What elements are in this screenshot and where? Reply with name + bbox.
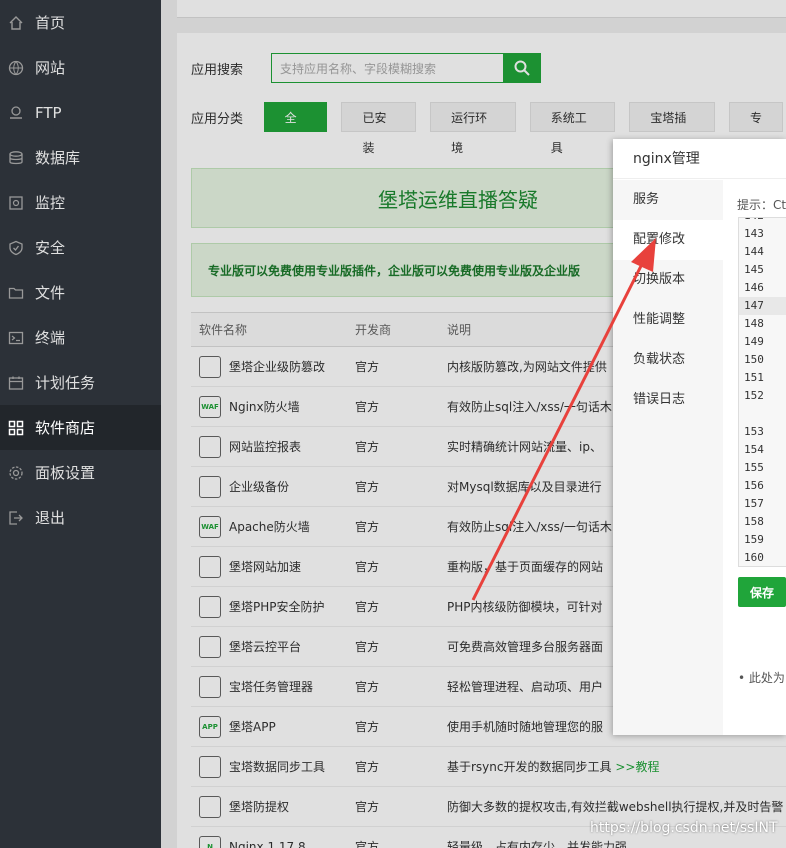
line-number: 145 [744,263,764,276]
sidebar-item-label: 首页 [35,14,66,32]
sidebar-item-1[interactable]: 网站 [0,45,161,90]
modal-menu-item-0[interactable]: 服务 [613,180,723,220]
watermark: https://blog.csdn.net/ssINT [590,820,778,836]
note-text: 此处为 [748,671,785,685]
sidebar-item-label: 安全 [35,239,66,257]
ftp-icon [8,105,24,121]
terminal-icon [8,330,24,346]
sidebar-item-9[interactable]: 软件商店 [0,405,161,450]
modal-title: nginx管理 [613,139,786,179]
line-number: 157 [744,497,764,510]
sidebar-item-label: FTP [35,103,62,122]
sidebar-item-label: 软件商店 [35,419,96,437]
line-number: 144 [744,245,764,258]
sidebar-item-7[interactable]: 终端 [0,315,161,360]
line-number: 146 [744,281,764,294]
sidebar-item-2[interactable]: FTP [0,90,161,135]
line-number: 149 [744,335,764,348]
shield-icon [8,240,24,256]
sidebar-item-6[interactable]: 文件 [0,270,161,315]
home-icon [8,15,24,31]
sidebar-item-label: 终端 [35,329,66,347]
save-button[interactable]: 保存 [738,577,786,607]
modal-body: 提示：Ct 1421431441451461471481491501511521… [723,180,786,735]
nginx-modal: nginx管理 服务配置修改切换版本性能调整负载状态错误日志 提示：Ct 142… [613,139,786,735]
sidebar-item-label: 数据库 [35,149,81,167]
globe-icon [8,60,24,76]
line-number: 152 [744,389,764,402]
gear-icon [8,465,24,481]
line-number: 159 [744,533,764,546]
sidebar-item-label: 计划任务 [35,374,96,392]
sidebar-item-11[interactable]: 退出 [0,495,161,540]
modal-menu-item-4[interactable]: 负载状态 [613,340,723,380]
sidebar-item-0[interactable]: 首页 [0,0,161,45]
modal-menu-item-5[interactable]: 错误日志 [613,380,723,420]
sidebar-item-label: 监控 [35,194,66,212]
line-number: 147 [739,297,786,315]
line-number: 151 [744,371,764,384]
modal-menu-item-3[interactable]: 性能调整 [613,300,723,340]
line-number: 158 [744,515,764,528]
modal-menu-item-2[interactable]: 切换版本 [613,260,723,300]
sidebar-item-5[interactable]: 安全 [0,225,161,270]
logout-icon [8,510,24,526]
sidebar-item-4[interactable]: 监控 [0,180,161,225]
sidebar-item-10[interactable]: 面板设置 [0,450,161,495]
sidebar: 首页网站 FTP 数据库监控安全文件终端计划任务软件商店面板设置退出 [0,0,161,848]
line-number: 150 [744,353,764,366]
line-number: 153 [744,425,764,438]
line-number: 156 [744,479,764,492]
line-number: 148 [744,317,764,330]
line-number: 160 [744,551,764,564]
sidebar-item-8[interactable]: 计划任务 [0,360,161,405]
monitor-icon [8,195,24,211]
sidebar-item-label: 退出 [35,509,66,527]
sidebar-item-label: 文件 [35,284,66,302]
grid-icon [8,420,24,436]
line-number [739,405,786,423]
modal-menu-item-1[interactable]: 配置修改 [613,220,723,260]
line-number: 143 [744,227,764,240]
note-bullet: • 此处为 [738,671,785,685]
line-number: 142 [739,218,786,225]
sidebar-item-3[interactable]: 数据库 [0,135,161,180]
database-icon [8,150,24,166]
calendar-icon [8,375,24,391]
line-number: 155 [744,461,764,474]
modal-menu: 服务 配置修改 切换版本 性能调整 负载状态 错误日志 [613,180,723,735]
config-editor[interactable]: 142 143 144 145 146 147 148 149 150 151 152 153 154 1… [738,217,786,567]
hint-text: 提示：Ct [737,198,786,212]
folder-icon [8,285,24,301]
line-number: 154 [744,443,764,456]
sidebar-item-label: 面板设置 [35,464,96,482]
sidebar-item-label: 网站 [35,59,66,77]
